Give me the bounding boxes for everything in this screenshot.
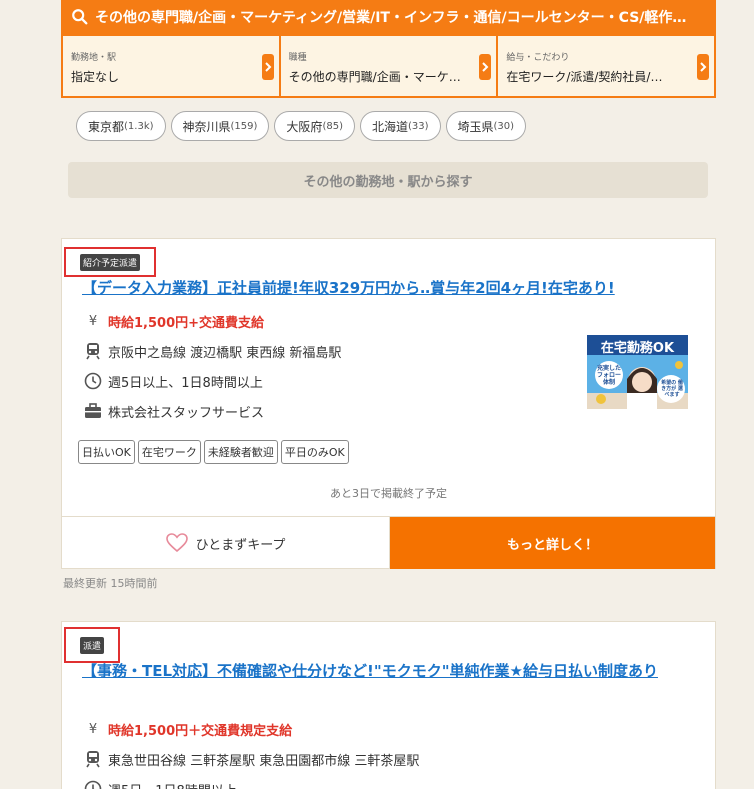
search-icon — [72, 9, 88, 25]
chip-count: (33) — [407, 120, 429, 132]
filter-job-type[interactable]: 職種 その他の専門職/企画・マーケ… — [280, 36, 497, 96]
filter-bar: 勤務地・駅 指定なし 職種 その他の専門職/企画・マーケ… 給与・こだわり 在宅… — [61, 34, 716, 98]
chip-name: 東京都 — [88, 119, 125, 134]
search-summary-bar[interactable]: その他の専門職/企画・マーケティング/営業/IT・インフラ・通信/コールセンター… — [61, 0, 716, 34]
employment-tag: 紹介予定派遣 — [79, 253, 140, 271]
chip-saitama[interactable]: 埼玉県 (30) — [445, 111, 527, 141]
last-updated: 最終更新 15時間前 — [63, 577, 158, 590]
chip-count: (85) — [322, 120, 343, 132]
keep-button[interactable]: ひとまずキープ — [62, 517, 390, 569]
job-title-link[interactable]: 【事務・TEL対応】不備確認や仕分けなど!"モクモク"単純作業★給与日払い制度あ… — [82, 659, 692, 683]
job-card: 紹介予定派遣 【データ入力業務】正社員前提!年収329万円から‥賞与年2回4ヶ月… — [61, 238, 716, 569]
filter-salary-value: 在宅ワーク/派遣/契約社員/… — [506, 70, 663, 84]
chip-count: (30) — [493, 120, 515, 132]
access-row: 東急世田谷線 三軒茶屋駅 東急田園都市線 三軒茶屋駅 — [83, 749, 419, 769]
chip-name: 埼玉県 — [457, 119, 494, 134]
filter-location-label: 勤務地・駅 — [71, 53, 117, 63]
hours-row: 週5日以上、1日8時間以上 — [83, 371, 263, 391]
wage-text: 時給1,500円+交通費支給 — [108, 315, 265, 331]
yen-icon: ¥ — [88, 721, 98, 737]
other-location-button[interactable]: その他の勤務地・駅から探す — [68, 162, 708, 198]
hours-row: 週5日、1日8時間以上 — [83, 779, 237, 789]
prefecture-chips: 東京都 (1.3k) 神奈川県 (159) 大阪府 (85) 北海道 (33) 埼玉県(… — [76, 111, 527, 141]
chip-name: 神奈川県 — [182, 119, 231, 134]
more-details-button[interactable]: もっと詳しく！ — [390, 517, 715, 569]
yen-icon: ¥ — [88, 313, 98, 329]
chip-hokkaido[interactable]: 北海道 (33) — [359, 111, 441, 141]
access-text: 東急世田谷線 三軒茶屋駅 東急田園都市線 三軒茶屋駅 — [108, 753, 420, 769]
wage-row: ¥ 時給1,500円+交通費支給 — [83, 311, 264, 331]
filter-salary-preferences[interactable]: 給与・こだわり 在宅ワーク/派遣/契約社員/… — [498, 36, 715, 96]
job-card: 派遣 【事務・TEL対応】不備確認や仕分けなど!"モクモク"単純作業★給与日払い… — [61, 621, 716, 789]
employment-tag: 派遣 — [79, 636, 104, 654]
chip-kanagawa[interactable]: 神奈川県 (159) — [170, 111, 270, 141]
search-summary-text: その他の専門職/企画・マーケティング/営業/IT・インフラ・通信/コールセンター… — [95, 10, 687, 26]
feature-tag: 未経験者歓迎 — [203, 440, 278, 464]
feature-tag: 日払いOK — [78, 440, 135, 464]
wage-row: ¥ 時給1,500円＋交通費規定支給 — [83, 719, 292, 739]
feature-tag: 平日のみOK — [280, 440, 349, 464]
filter-job-type-label: 職種 — [288, 53, 307, 63]
hours-text: 週5日、1日8時間以上 — [108, 780, 237, 789]
filter-salary-label: 給与・こだわり — [506, 53, 570, 63]
access-text: 京阪中之島線 渡辺橋駅 東西線 新福島駅 — [108, 345, 342, 361]
chevron-right-icon — [261, 54, 274, 80]
keep-button-label: ひとまずキープ — [195, 537, 286, 553]
job-thumbnail: 在宅勤務OK 充実した フォロー 体制 希望の 働き方が 選べます — [587, 335, 688, 409]
train-icon — [83, 749, 103, 769]
briefcase-icon — [83, 401, 103, 421]
chip-name: 北海道 — [371, 119, 408, 134]
employment-tag-highlight: 派遣 — [64, 627, 120, 663]
company-text: 株式会社スタッフサービス — [108, 405, 265, 421]
company-row: 株式会社スタッフサービス — [83, 401, 264, 421]
thumb-text-workstyle: 希望の 働き方が 選べます — [661, 380, 683, 398]
clock-icon — [83, 371, 103, 391]
filter-job-type-value: その他の専門職/企画・マーケ… — [288, 70, 461, 84]
chip-name: 大阪府 — [286, 119, 323, 134]
chip-count: (159) — [230, 120, 258, 132]
wage-text: 時給1,500円＋交通費規定支給 — [108, 723, 293, 739]
posting-deadline: あと3日で掲載終了予定 — [330, 487, 447, 500]
filter-location-value: 指定なし — [71, 70, 120, 84]
chip-osaka[interactable]: 大阪府 (85) — [274, 111, 355, 141]
employment-tag-highlight: 紹介予定派遣 — [64, 247, 156, 277]
job-title-link[interactable]: 【データ入力業務】正社員前提!年収329万円から‥賞与年2回4ヶ月!在宅あり! — [82, 276, 702, 300]
chip-tokyo[interactable]: 東京都 (1.3k) — [76, 111, 166, 141]
train-icon — [83, 341, 103, 361]
feature-tag: 在宅ワーク — [137, 440, 201, 464]
thumb-caption: 在宅勤務OK — [600, 341, 675, 356]
feature-tags: 日払いOK 在宅ワーク 未経験者歓迎 平日のみOK — [78, 440, 349, 464]
chip-count: (1.3k) — [124, 120, 154, 132]
thumb-text-follow: 充実した フォロー 体制 — [596, 365, 621, 386]
clock-icon — [83, 779, 103, 789]
chevron-right-icon — [697, 54, 710, 80]
job-actions: ひとまずキープ もっと詳しく！ — [62, 516, 715, 569]
hours-text: 週5日以上、1日8時間以上 — [108, 375, 263, 391]
chevron-right-icon — [479, 54, 492, 80]
heart-icon — [165, 533, 188, 553]
filter-location[interactable]: 勤務地・駅 指定なし — [63, 36, 279, 96]
access-row: 京阪中之島線 渡辺橋駅 東西線 新福島駅 — [83, 341, 341, 361]
